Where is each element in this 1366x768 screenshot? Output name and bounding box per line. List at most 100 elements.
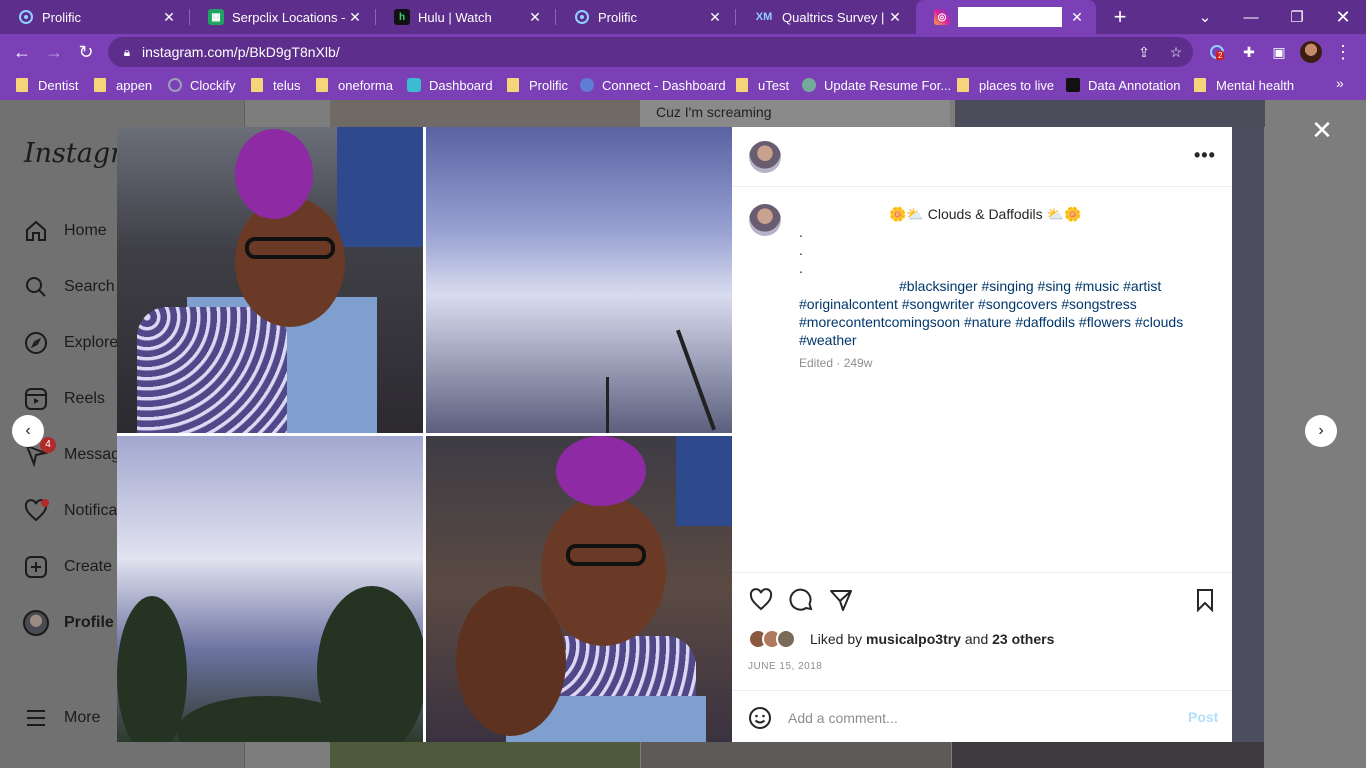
profile-avatar[interactable] — [1300, 41, 1322, 63]
comment-icon[interactable] — [788, 587, 814, 613]
tab-prolific-2[interactable]: Prolific ✕ — [556, 0, 734, 34]
tab-strip: Prolific ✕ ▦ Serpclix Locations - Go ✕ h… — [0, 0, 1366, 34]
share-icon[interactable]: ⇪ — [1134, 42, 1154, 62]
hashtags-block[interactable]: #originalcontent #songwriter #songcovers… — [799, 295, 1219, 349]
bookmark-label: Prolific — [529, 77, 569, 93]
folder-icon — [736, 78, 748, 92]
feed-caption-text: Cuz I'm screaming — [656, 104, 772, 120]
explore-icon — [22, 329, 50, 357]
menu-icon — [22, 704, 50, 732]
close-tab-icon[interactable]: ✕ — [886, 9, 904, 26]
close-tab-icon[interactable]: ✕ — [526, 9, 544, 26]
tab-title: Prolific — [598, 9, 638, 25]
liked-username[interactable]: musicalpo3try — [866, 631, 961, 647]
nav-reels[interactable]: Reels — [22, 384, 105, 414]
post-image-collage[interactable] — [117, 127, 732, 742]
photo-sky-trees — [117, 436, 423, 742]
face — [541, 496, 666, 646]
likes-summary[interactable]: Liked by musicalpo3try and 23 others — [748, 629, 1054, 649]
lock-icon[interactable]: 🔒︎ — [118, 43, 136, 61]
bookmark-prolific[interactable]: Prolific — [507, 75, 568, 95]
minimize-button[interactable]: — — [1228, 0, 1274, 34]
tab-prolific-1[interactable]: Prolific ✕ — [0, 0, 188, 34]
bookmark-appen[interactable]: appen — [94, 75, 152, 95]
more-options-icon[interactable]: ••• — [1194, 145, 1216, 166]
nav-create[interactable]: Create — [22, 552, 112, 582]
nav-label: Home — [64, 222, 107, 239]
close-modal-icon[interactable]: ✕ — [1310, 117, 1334, 143]
extensions-puzzle-icon[interactable]: ✚ — [1238, 41, 1260, 63]
menu-kebab-icon[interactable]: ⋮ — [1332, 41, 1354, 63]
tab-instagram[interactable]: ◎ ✕ — [916, 0, 1096, 34]
post-comment-button[interactable]: Post — [1188, 709, 1218, 725]
dashboard-icon — [407, 78, 421, 92]
nav-label: Create — [64, 558, 113, 575]
tab-search-icon[interactable]: ⌄ — [1182, 0, 1228, 34]
share-send-icon[interactable] — [828, 587, 854, 613]
close-tab-icon[interactable]: ✕ — [1068, 9, 1086, 26]
caption-author-avatar[interactable] — [749, 204, 781, 236]
bookmark-label: places to live — [979, 77, 1055, 93]
tab-qualtrics[interactable]: XM Qualtrics Survey | Qua ✕ — [736, 0, 914, 34]
emoji-icon[interactable] — [748, 706, 774, 732]
post-actions: Liked by musicalpo3try and 23 others JUN… — [732, 572, 1232, 742]
bookmark-connect-dashboard[interactable]: Connect - Dashboard — [580, 75, 726, 95]
bookmark-oneforma[interactable]: oneforma — [316, 75, 393, 95]
comment-input[interactable] — [788, 707, 1168, 729]
post-date[interactable]: JUNE 15, 2018 — [748, 661, 822, 672]
bookmark-clockify[interactable]: Clockify — [168, 75, 236, 95]
tab-serpclix[interactable]: ▦ Serpclix Locations - Go ✕ — [190, 0, 374, 34]
close-window-button[interactable]: ✕ — [1320, 0, 1366, 34]
power-pole — [675, 329, 717, 431]
notification-dot — [41, 499, 49, 507]
bookmark-mental-health[interactable]: Mental health — [1194, 75, 1294, 95]
clockify-icon — [168, 78, 182, 92]
bookmark-utest[interactable]: uTest — [736, 75, 789, 95]
address-url[interactable]: instagram.com/p/BkD9gT8nXlb/ — [142, 44, 340, 60]
photo-selfie-1 — [117, 127, 423, 433]
nav-label: Profile — [64, 614, 114, 631]
previous-post-button[interactable]: ‹ — [12, 415, 44, 447]
reload-button[interactable]: ↻ — [72, 38, 100, 66]
hashtags-line[interactable]: #blacksinger #singing #sing #music #arti… — [799, 277, 1219, 295]
nav-profile[interactable]: Profile — [22, 608, 114, 638]
nav-label: Explore — [64, 334, 119, 351]
save-bookmark-icon[interactable] — [1192, 587, 1218, 613]
side-panel-icon[interactable]: ▣ — [1268, 41, 1290, 63]
bookmark-dentist[interactable]: Dentist — [16, 75, 78, 95]
tab-hulu[interactable]: h Hulu | Watch ✕ — [376, 0, 554, 34]
like-heart-icon[interactable] — [748, 587, 774, 613]
tab-title: Hulu | Watch — [418, 9, 492, 25]
bookmark-telus[interactable]: telus — [251, 75, 300, 95]
prolific-icon — [18, 9, 34, 25]
tab-title: Serpclix Locations - Go — [232, 9, 346, 25]
bookmarks-bar: Dentist appen Clockify telus oneforma Da… — [0, 70, 1366, 100]
post-caption: 🌼⛅ Clouds & Daffodils ⛅🌼 . . . #blacksin… — [799, 205, 1219, 349]
nav-more[interactable]: More — [22, 703, 100, 733]
next-post-button[interactable]: › — [1305, 415, 1337, 447]
bookmark-update-resume[interactable]: Update Resume For... — [802, 75, 951, 95]
nav-search[interactable]: Search — [22, 272, 115, 302]
new-tab-button[interactable]: + — [1108, 4, 1132, 30]
bookmark-label: Update Resume For... — [824, 77, 952, 93]
nav-explore[interactable]: Explore — [22, 328, 118, 358]
bookmark-dashboard[interactable]: Dashboard — [407, 75, 493, 95]
restore-button[interactable]: ❐ — [1274, 0, 1320, 34]
back-button[interactable]: ← — [8, 38, 36, 66]
prolific-icon — [574, 9, 590, 25]
bookmark-data-annotation[interactable]: Data Annotation — [1066, 75, 1181, 95]
photo-sky-1 — [426, 127, 732, 433]
bookmarks-overflow-icon[interactable]: » — [1336, 75, 1344, 91]
address-bar[interactable]: 🔒︎ instagram.com/p/BkD9gT8nXlb/ ⇪ ☆ — [108, 37, 1193, 67]
liked-others[interactable]: 23 others — [992, 631, 1054, 647]
close-tab-icon[interactable]: ✕ — [346, 9, 364, 26]
feed-post-tile — [952, 742, 1264, 768]
forward-button[interactable]: → — [40, 38, 68, 66]
extension-cloud-icon[interactable]: 2 — [1206, 41, 1228, 63]
nav-home[interactable]: Home — [22, 216, 107, 246]
bookmark-places-to-live[interactable]: places to live — [957, 75, 1054, 95]
close-tab-icon[interactable]: ✕ — [706, 9, 724, 26]
close-tab-icon[interactable]: ✕ — [160, 9, 178, 26]
author-avatar[interactable] — [749, 141, 781, 173]
bookmark-star-icon[interactable]: ☆ — [1166, 42, 1186, 62]
